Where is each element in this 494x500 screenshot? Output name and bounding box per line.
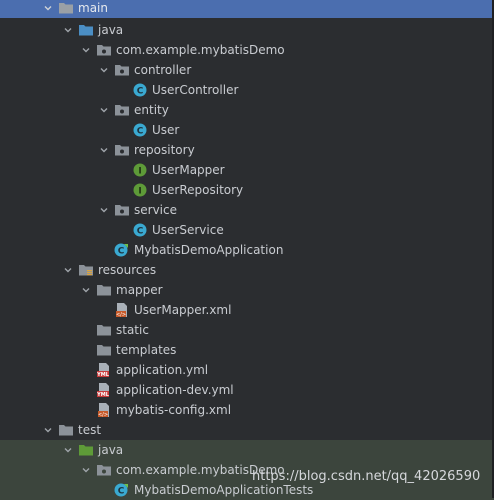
tree-node-label: java: [98, 443, 124, 457]
tree-node-service[interactable]: service: [0, 200, 494, 220]
folder-icon: [96, 322, 112, 338]
class-icon: C: [132, 222, 148, 238]
tree-node-label: com.example.mybatisDemo: [116, 43, 285, 57]
tree-node-label: MybatisDemoApplication: [134, 243, 284, 257]
tree-node-label: UserController: [152, 83, 239, 97]
folder-icon: [96, 282, 112, 298]
tree-node-templates[interactable]: templates: [0, 340, 494, 360]
chevron-down-icon[interactable]: [98, 144, 110, 156]
yml-file-icon: YML: [96, 382, 112, 398]
tree-node-label: application.yml: [116, 363, 209, 377]
tree-node-label: UserRepository: [152, 183, 244, 197]
yml-file-icon: YML: [96, 362, 112, 378]
tree-node-label: java: [98, 23, 124, 37]
tree-node-mybatis-config-xml[interactable]: </> mybatis-config.xml: [0, 400, 494, 420]
package-folder-icon: [114, 202, 130, 218]
tree-node-label: main: [78, 1, 108, 15]
interface-icon: I: [132, 162, 148, 178]
xml-file-icon: </>: [96, 402, 112, 418]
xml-file-icon: </>: [114, 302, 130, 318]
tree-node-label: mybatis-config.xml: [116, 403, 232, 417]
tree-node-main[interactable]: main: [0, 0, 494, 18]
tree-node-app[interactable]: C MybatisDemoApplication: [0, 240, 494, 260]
chevron-down-icon[interactable]: [42, 424, 54, 436]
tree-node-label: static: [116, 323, 149, 337]
tree-node-label: mapper: [116, 283, 163, 297]
spring-boot-class-icon: C: [114, 242, 130, 258]
tree-node-label: application-dev.yml: [116, 383, 234, 397]
tree-node-user-mapper-xml[interactable]: </> UserMapper.xml: [0, 300, 494, 320]
svg-text:I: I: [138, 187, 141, 197]
tree-node-repository[interactable]: repository: [0, 140, 494, 160]
svg-text:</>: </>: [98, 412, 108, 418]
package-folder-icon: [96, 462, 112, 478]
tree-node-label: UserMapper.xml: [134, 303, 232, 317]
tree-node-user-service[interactable]: C UserService: [0, 220, 494, 240]
package-folder-icon: [96, 42, 112, 58]
tree-node-label: templates: [116, 343, 177, 357]
source-folder-icon: [78, 22, 94, 38]
chevron-down-icon[interactable]: [80, 464, 92, 476]
tree-node-package[interactable]: com.example.mybatisDemo: [0, 40, 494, 60]
tree-node-static[interactable]: static: [0, 320, 494, 340]
chevron-down-icon[interactable]: [98, 64, 110, 76]
tree-node-resources[interactable]: resources: [0, 260, 494, 280]
tree-node-label: controller: [134, 63, 192, 77]
tree-node-label: resources: [98, 263, 157, 277]
tree-node-test[interactable]: test: [0, 420, 494, 440]
tree-node-entity[interactable]: entity: [0, 100, 494, 120]
svg-text:C: C: [137, 87, 144, 97]
tree-node-label: test: [78, 423, 102, 437]
svg-text:C: C: [137, 127, 144, 137]
tree-node-user-mapper[interactable]: I UserMapper: [0, 160, 494, 180]
svg-text:YML: YML: [96, 372, 110, 378]
class-icon: C: [132, 122, 148, 138]
watermark-text: https://blog.csdn.net/qq_42026590: [252, 469, 481, 484]
project-tree: main java com.example.mybatisDemo contro…: [0, 0, 494, 500]
tree-node-mapper[interactable]: mapper: [0, 280, 494, 300]
folder-icon: [58, 422, 74, 438]
tree-node-user-repository[interactable]: I UserRepository: [0, 180, 494, 200]
tree-node-application-yml[interactable]: YML application.yml: [0, 360, 494, 380]
folder-icon: [96, 342, 112, 358]
svg-text:YML: YML: [96, 392, 110, 398]
package-folder-icon: [114, 102, 130, 118]
svg-text:C: C: [118, 487, 125, 497]
tree-node-label: service: [134, 203, 177, 217]
chevron-down-icon[interactable]: [80, 44, 92, 56]
chevron-down-icon[interactable]: [42, 2, 54, 14]
tree-node-controller[interactable]: controller: [0, 60, 494, 80]
package-folder-icon: [114, 62, 130, 78]
chevron-down-icon[interactable]: [62, 444, 74, 456]
chevron-down-icon[interactable]: [62, 24, 74, 36]
tree-node-application-dev-yml[interactable]: YML application-dev.yml: [0, 380, 494, 400]
chevron-down-icon[interactable]: [98, 104, 110, 116]
package-folder-icon: [114, 142, 130, 158]
tree-node-user[interactable]: C User: [0, 120, 494, 140]
spring-boot-class-icon: C: [114, 482, 130, 498]
resources-folder-icon: [78, 262, 94, 278]
tree-node-label: entity: [134, 103, 169, 117]
tree-node-label: UserMapper: [152, 163, 225, 177]
tree-node-test-java[interactable]: java: [0, 440, 494, 460]
svg-text:I: I: [138, 167, 141, 177]
class-icon: C: [132, 82, 148, 98]
tree-node-java[interactable]: java: [0, 20, 494, 40]
chevron-down-icon[interactable]: [62, 264, 74, 276]
svg-text:C: C: [118, 247, 125, 257]
interface-icon: I: [132, 182, 148, 198]
svg-text:C: C: [137, 227, 144, 237]
chevron-down-icon[interactable]: [98, 204, 110, 216]
tree-node-user-controller[interactable]: C UserController: [0, 80, 494, 100]
tree-node-label: User: [152, 123, 180, 137]
test-source-folder-icon: [78, 442, 94, 458]
chevron-down-icon[interactable]: [80, 284, 92, 296]
folder-icon: [58, 0, 74, 16]
tree-node-label: UserService: [152, 223, 224, 237]
svg-text:</>: </>: [116, 312, 126, 318]
tree-node-label: repository: [134, 143, 195, 157]
